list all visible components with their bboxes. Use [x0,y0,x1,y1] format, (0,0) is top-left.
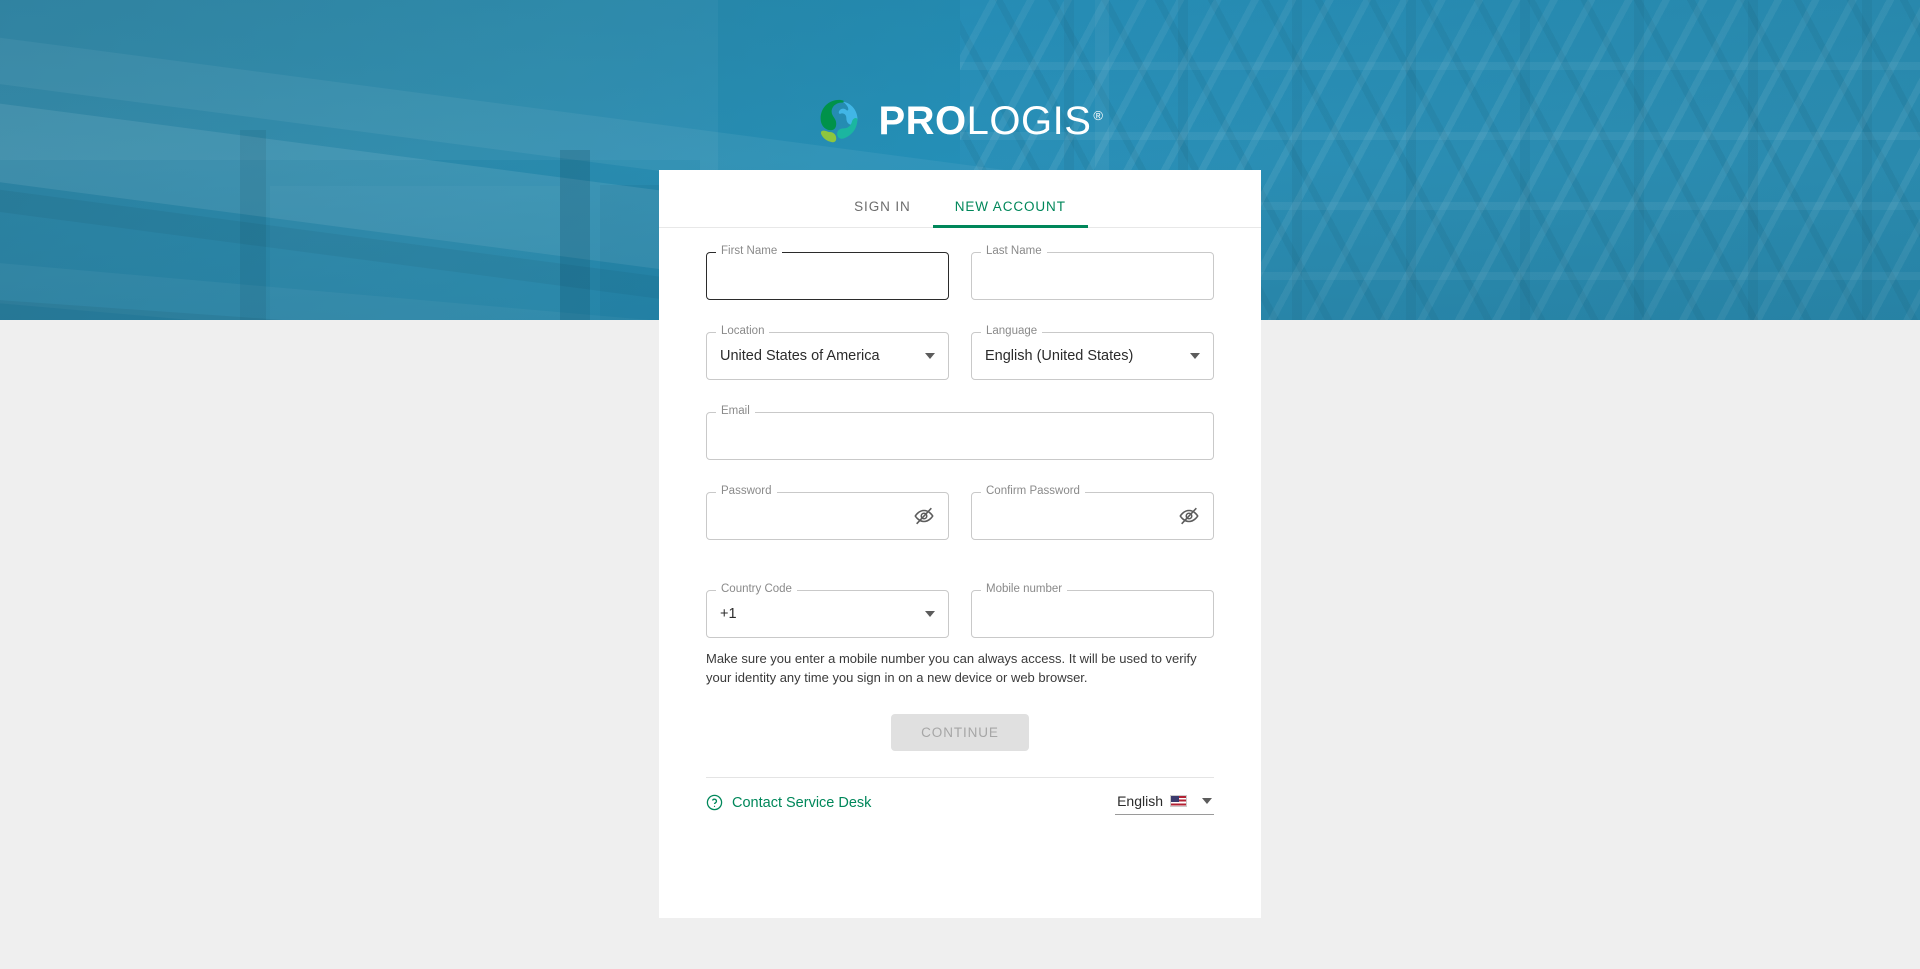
email-input[interactable] [720,428,1200,444]
last-name-label: Last Name [981,245,1047,258]
phone-row: Country Code +1 Mobile number [706,583,1214,638]
continue-button-wrap: CONTINUE [706,713,1214,751]
email-col: Email [706,405,1214,460]
brand-logo: PROLOGIS ® [0,98,1920,144]
confirm-password-field[interactable]: Confirm Password [971,485,1214,540]
confirm-password-label: Confirm Password [981,485,1085,498]
mobile-number-label: Mobile number [981,583,1068,596]
language-value: English (United States) [985,348,1134,364]
registered-trademark-icon: ® [1093,107,1104,123]
first-name-col: First Name [706,245,949,300]
first-name-input[interactable] [720,268,935,284]
last-name-input[interactable] [985,268,1200,284]
last-name-field[interactable]: Last Name [971,245,1214,300]
prologis-globe-icon [821,99,858,143]
signup-page: PROLOGIS ® SIGN IN NEW ACCOUNT First Name [0,0,1920,969]
mobile-number-col: Mobile number [971,583,1214,638]
password-field[interactable]: Password [706,485,949,540]
email-label: Email [716,405,755,418]
visibility-off-icon[interactable] [1178,505,1200,527]
chevron-down-icon[interactable] [1202,797,1212,804]
continue-button[interactable]: CONTINUE [891,713,1029,751]
mobile-helper-text: Make sure you enter a mobile number you … [706,651,1197,685]
country-code-col: Country Code +1 [706,583,949,638]
chevron-down-icon[interactable] [925,353,935,359]
country-code-label: Country Code [716,583,797,596]
language-col: Language English (United States) [971,325,1214,380]
confirm-password-col: Confirm Password [971,485,1214,540]
password-row: Password Confirm Password [706,485,1214,540]
help-circle-icon [706,794,723,811]
mobile-number-input[interactable] [985,606,1200,622]
name-row: First Name Last Name [706,245,1214,300]
signup-card: SIGN IN NEW ACCOUNT First Name Last Name [659,170,1261,918]
location-col: Location United States of America [706,325,949,380]
new-account-form: First Name Last Name Location United Sta… [659,228,1261,751]
password-input[interactable] [720,508,913,524]
brand-wordmark: PROLOGIS ® [878,101,1103,141]
confirm-password-input[interactable] [985,508,1178,524]
brand-name-bold: PRO [878,99,967,143]
first-name-field[interactable]: First Name [706,245,949,300]
password-col: Password [706,485,949,540]
location-value: United States of America [720,348,880,364]
language-label: Language [981,325,1043,338]
location-label: Location [716,325,770,338]
country-code-value: +1 [720,606,737,622]
language-selector-label: English [1117,792,1163,809]
chevron-down-icon[interactable] [1190,353,1200,359]
password-label: Password [716,485,777,498]
auth-tabs: SIGN IN NEW ACCOUNT [659,170,1261,228]
language-select[interactable]: Language English (United States) [971,325,1214,380]
brand-name-light: LOGIS [966,99,1092,143]
visibility-off-icon[interactable] [913,505,935,527]
location-select[interactable]: Location United States of America [706,325,949,380]
tab-new-account[interactable]: NEW ACCOUNT [932,199,1089,228]
chevron-down-icon[interactable] [925,611,935,617]
country-code-select[interactable]: Country Code +1 [706,583,949,638]
tab-sign-in[interactable]: SIGN IN [832,199,933,227]
email-row: Email [706,405,1214,460]
first-name-label: First Name [716,245,783,258]
contact-service-desk-label: Contact Service Desk [732,794,872,811]
mobile-number-field[interactable]: Mobile number [971,583,1214,638]
card-footer: Contact Service Desk English [659,778,1261,815]
locale-row: Location United States of America Langua… [706,325,1214,380]
us-flag-icon [1170,794,1187,807]
last-name-col: Last Name [971,245,1214,300]
language-selector[interactable]: English [1115,791,1214,815]
email-field[interactable]: Email [706,405,1214,460]
contact-service-desk-link[interactable]: Contact Service Desk [706,794,871,811]
